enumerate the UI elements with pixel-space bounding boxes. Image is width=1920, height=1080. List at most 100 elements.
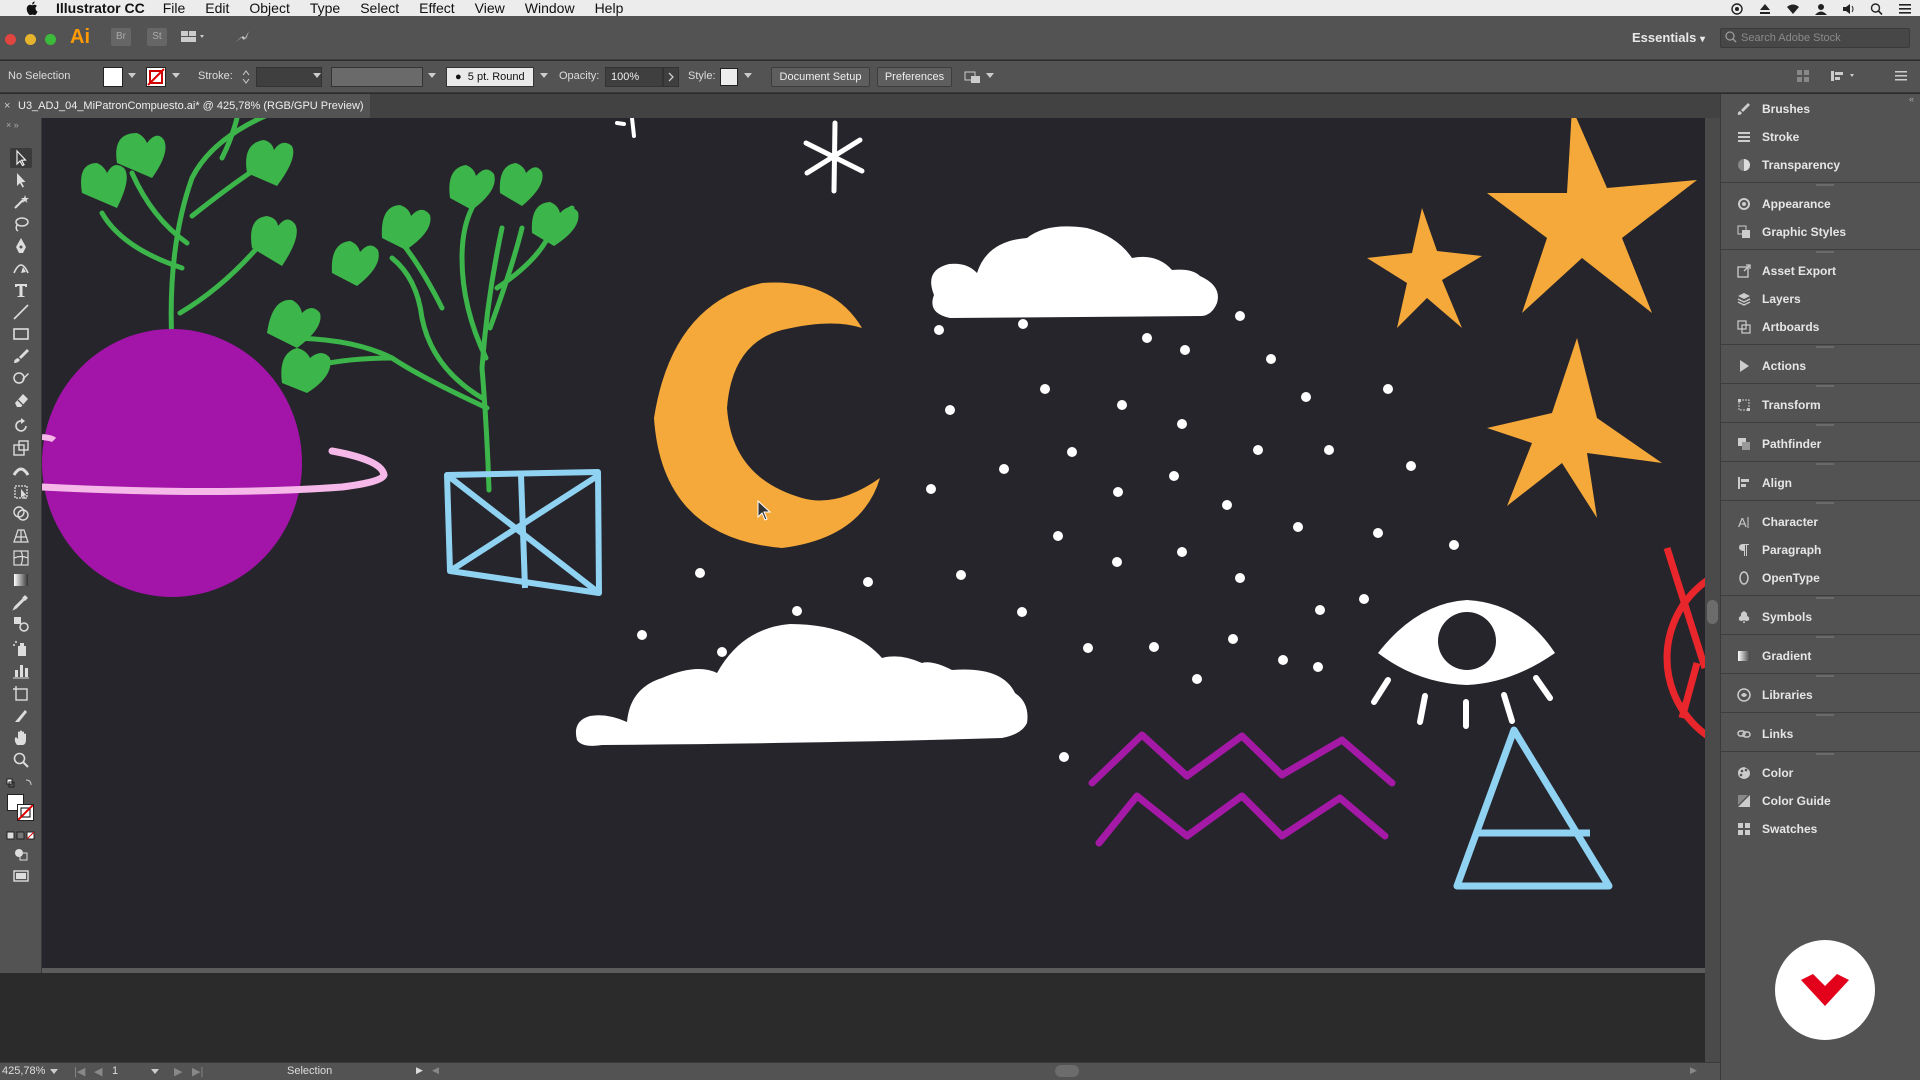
status-menu-icon[interactable]: ▶ (416, 1065, 423, 1076)
stroke-color-swatch[interactable] (17, 804, 34, 821)
symbol-sprayer-tool-icon[interactable] (10, 638, 32, 658)
panel-asset-export[interactable]: Asset Export (1721, 258, 1920, 284)
stock-icon[interactable]: St (147, 28, 167, 46)
stroke-dropdown-icon[interactable] (172, 73, 180, 78)
artboard[interactable] (42, 118, 1705, 968)
fill-swatch[interactable] (103, 67, 123, 87)
width-tool-icon[interactable] (10, 460, 32, 480)
control-bar-menu-icon[interactable] (1894, 69, 1908, 83)
hand-tool-icon[interactable] (10, 728, 32, 748)
panel-paragraph[interactable]: Paragraph (1721, 537, 1920, 563)
arrange-icon[interactable] (963, 68, 983, 86)
panel-group-grip[interactable] (1816, 675, 1834, 677)
blend-tool-icon[interactable] (10, 614, 32, 634)
document-setup-button[interactable]: Document Setup (771, 67, 870, 87)
direct-selection-tool-icon[interactable] (10, 170, 32, 190)
arrange-dropdown-icon[interactable] (986, 73, 994, 78)
menu-edit[interactable]: Edit (205, 0, 229, 16)
graphic-style-swatch[interactable] (720, 68, 738, 86)
window-close-button[interactable] (5, 34, 16, 45)
panel-links[interactable]: Links (1721, 721, 1920, 747)
artboard-dropdown-icon[interactable] (151, 1069, 159, 1074)
shape-builder-tool-icon[interactable] (10, 504, 32, 524)
panel-align[interactable]: Align (1721, 470, 1920, 496)
previous-artboard-icon[interactable]: ◀ (94, 1065, 102, 1078)
panel-artboards[interactable]: Artboards (1721, 314, 1920, 340)
color-mode-buttons[interactable] (6, 830, 36, 840)
variable-width-dropdown-icon[interactable] (428, 73, 436, 78)
stock-search-input[interactable]: Search Adobe Stock (1720, 28, 1910, 48)
panel-group-grip[interactable] (1816, 251, 1834, 253)
scroll-left-icon[interactable]: ◀ (432, 1065, 439, 1076)
stroke-weight-dropdown-icon[interactable] (313, 73, 321, 78)
apple-menu-icon[interactable] (22, 1, 42, 15)
opacity-field[interactable]: 100% (605, 67, 663, 87)
arrange-documents-icon[interactable] (180, 28, 208, 46)
panel-symbols[interactable]: Symbols (1721, 604, 1920, 630)
workspace-switcher[interactable]: Essentials ▾ (1632, 30, 1705, 45)
fill-stroke-swatches[interactable] (6, 793, 36, 823)
gpu-performance-icon[interactable] (232, 28, 252, 46)
zoom-level[interactable]: 425,78% (2, 1065, 45, 1077)
eject-icon[interactable] (1758, 2, 1772, 14)
vertical-scrollbar-thumb[interactable] (1707, 600, 1718, 624)
graphic-style-dropdown-icon[interactable] (744, 73, 752, 78)
menu-help[interactable]: Help (595, 0, 624, 16)
panel-transform[interactable]: Transform (1721, 392, 1920, 418)
stroke-weight-stepper[interactable] (241, 68, 251, 86)
stroke-swatch[interactable] (146, 67, 166, 87)
artboard-tool-icon[interactable] (10, 684, 32, 704)
panel-character[interactable]: A Character (1721, 509, 1920, 535)
default-fill-stroke-icon[interactable] (6, 778, 36, 790)
drawing-modes-icon[interactable] (10, 844, 32, 864)
close-tab-icon[interactable]: × (4, 94, 10, 118)
spotlight-search-icon[interactable] (1870, 2, 1884, 16)
bridge-icon[interactable]: Br (111, 28, 131, 46)
fill-dropdown-icon[interactable] (128, 73, 136, 78)
menu-type[interactable]: Type (310, 0, 340, 16)
panel-group-grip[interactable] (1816, 753, 1834, 755)
next-artboard-icon[interactable]: ▶ (174, 1065, 182, 1078)
zoom-tool-icon[interactable] (10, 750, 32, 770)
first-artboard-icon[interactable]: |◀ (74, 1065, 85, 1078)
gradient-tool-icon[interactable] (10, 570, 32, 590)
panel-group-grip[interactable] (1816, 424, 1834, 426)
panel-group-grip[interactable] (1816, 502, 1834, 504)
rectangle-tool-icon[interactable] (10, 324, 32, 344)
transform-options-icon[interactable] (1796, 69, 1810, 83)
panel-color[interactable]: Color (1721, 760, 1920, 786)
panel-group-grip[interactable] (1816, 184, 1834, 186)
notification-center-icon[interactable] (1898, 2, 1912, 14)
slice-tool-icon[interactable] (10, 706, 32, 726)
panel-actions[interactable]: Actions (1721, 353, 1920, 379)
zoom-dropdown-icon[interactable] (50, 1069, 58, 1074)
record-icon[interactable] (1730, 2, 1744, 15)
panel-color-guide[interactable]: Color Guide (1721, 788, 1920, 814)
curvature-tool-icon[interactable] (10, 258, 32, 278)
scale-tool-icon[interactable] (10, 438, 32, 458)
vertical-scrollbar[interactable] (1705, 118, 1720, 1062)
paintbrush-tool-icon[interactable] (10, 346, 32, 366)
screen-mode-icon[interactable] (10, 866, 32, 886)
app-menu[interactable]: Illustrator CC (56, 0, 145, 16)
toolbar-collapse-icon[interactable]: × » (6, 120, 19, 130)
panel-group-grip[interactable] (1816, 463, 1834, 465)
preferences-button[interactable]: Preferences (877, 67, 952, 87)
last-artboard-icon[interactable]: ▶| (192, 1065, 203, 1078)
menu-window[interactable]: Window (525, 0, 575, 16)
selection-tool-icon[interactable] (10, 148, 32, 168)
window-minimize-button[interactable] (25, 34, 36, 45)
eyedropper-tool-icon[interactable] (10, 592, 32, 612)
shaper-tool-icon[interactable] (10, 368, 32, 388)
lasso-tool-icon[interactable] (10, 214, 32, 234)
column-graph-tool-icon[interactable] (10, 660, 32, 680)
scroll-right-icon[interactable]: ▶ (1690, 1065, 1697, 1076)
panel-stroke[interactable]: Stroke (1721, 124, 1920, 150)
panel-libraries[interactable]: Libraries (1721, 682, 1920, 708)
brush-definition[interactable]: ● 5 pt. Round (446, 67, 534, 87)
menu-object[interactable]: Object (249, 0, 289, 16)
panel-brushes[interactable]: Brushes (1721, 96, 1920, 122)
variable-width-profile[interactable] (331, 67, 423, 87)
panel-group-grip[interactable] (1816, 385, 1834, 387)
panel-group-grip[interactable] (1816, 597, 1834, 599)
